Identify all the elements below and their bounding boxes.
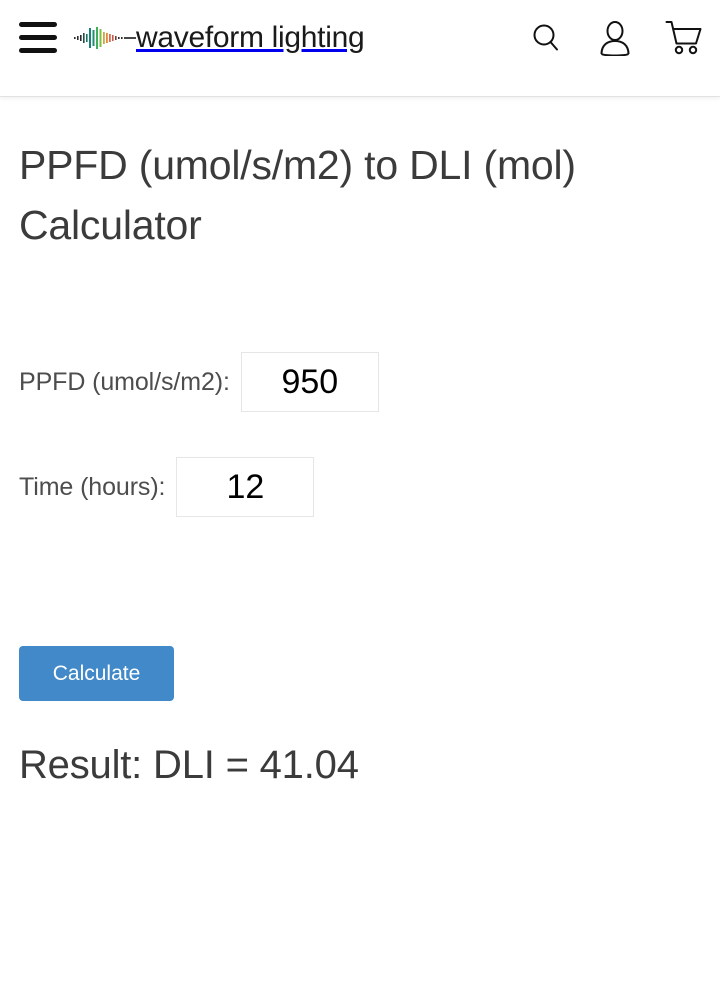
search-icon[interactable] (524, 14, 568, 62)
ppfd-input[interactable] (240, 352, 379, 412)
waveform-logo-icon (74, 27, 136, 49)
brand-logo-link[interactable]: waveform lighting (74, 12, 365, 64)
site-header: waveform lighting (0, 0, 720, 97)
hamburger-bar (19, 22, 57, 27)
cart-icon[interactable] (662, 14, 706, 62)
account-icon[interactable] (593, 14, 637, 62)
time-label: Time (hours): (19, 472, 166, 501)
page-title: PPFD (umol/s/m2) to DLI (mol) Calculator (19, 142, 576, 249)
time-input[interactable] (176, 457, 315, 517)
field-row-time: Time (hours): (19, 457, 315, 517)
field-row-ppfd: PPFD (umol/s/m2): (19, 352, 379, 412)
header-icon-group (524, 14, 706, 62)
ppfd-label: PPFD (umol/s/m2): (19, 367, 230, 396)
hamburger-menu-icon[interactable] (19, 22, 57, 53)
hamburger-bar (19, 48, 57, 53)
calculate-button[interactable]: Calculate (19, 646, 174, 701)
brand-name: waveform lighting (136, 21, 365, 54)
result-text: Result: DLI = 41.04 (19, 743, 359, 787)
hamburger-bar (19, 35, 57, 40)
